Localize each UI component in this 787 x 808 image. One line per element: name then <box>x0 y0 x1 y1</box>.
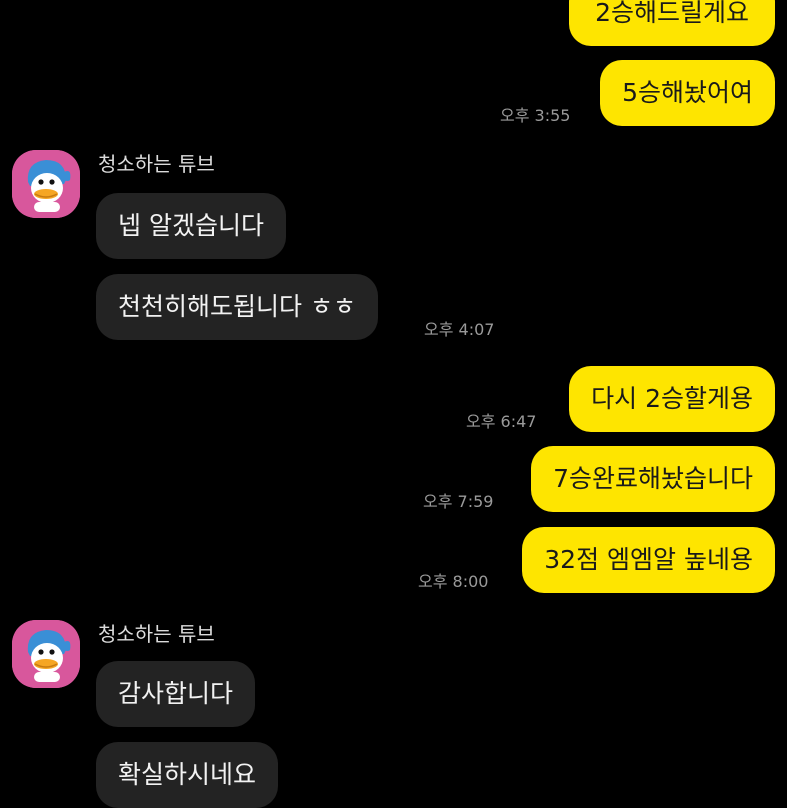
their-message-bubble[interactable]: 넵 알겠습니다 <box>96 193 286 259</box>
their-message-bubble[interactable]: 감사합니다 <box>96 661 256 727</box>
message-timestamp: 오후 7:59 <box>423 492 494 511</box>
duck-with-blue-hood-icon <box>12 620 80 688</box>
sender-avatar[interactable] <box>12 620 80 688</box>
message-timestamp: 오후 8:00 <box>418 572 489 591</box>
chat-log: 2승해드릴게요 5승해놨어여 오후 3:55 청소하는 튜브 넵 알겠습니다 천… <box>0 0 787 808</box>
message-timestamp: 오후 4:07 <box>424 320 495 339</box>
my-message-bubble[interactable]: 7승완료해놨습니다 <box>531 446 775 512</box>
message-timestamp: 오후 6:47 <box>466 412 537 431</box>
my-message-bubble[interactable]: 다시 2승할게용 <box>569 366 775 432</box>
message-timestamp: 오후 3:55 <box>500 106 571 125</box>
my-message-bubble[interactable]: 32점 엠엠알 높네용 <box>522 527 775 593</box>
sender-name: 청소하는 튜브 <box>98 152 215 176</box>
their-message-bubble[interactable]: 확실하시네요 <box>96 742 279 808</box>
my-message-bubble[interactable]: 5승해놨어여 <box>600 60 775 126</box>
sender-avatar[interactable] <box>12 150 80 218</box>
sender-name: 청소하는 튜브 <box>98 622 215 646</box>
their-message-bubble[interactable]: 천천히해도됩니다 ㅎㅎ <box>96 274 378 340</box>
duck-with-blue-hood-icon <box>12 150 80 218</box>
my-message-bubble[interactable]: 2승해드릴게요 <box>569 0 775 46</box>
